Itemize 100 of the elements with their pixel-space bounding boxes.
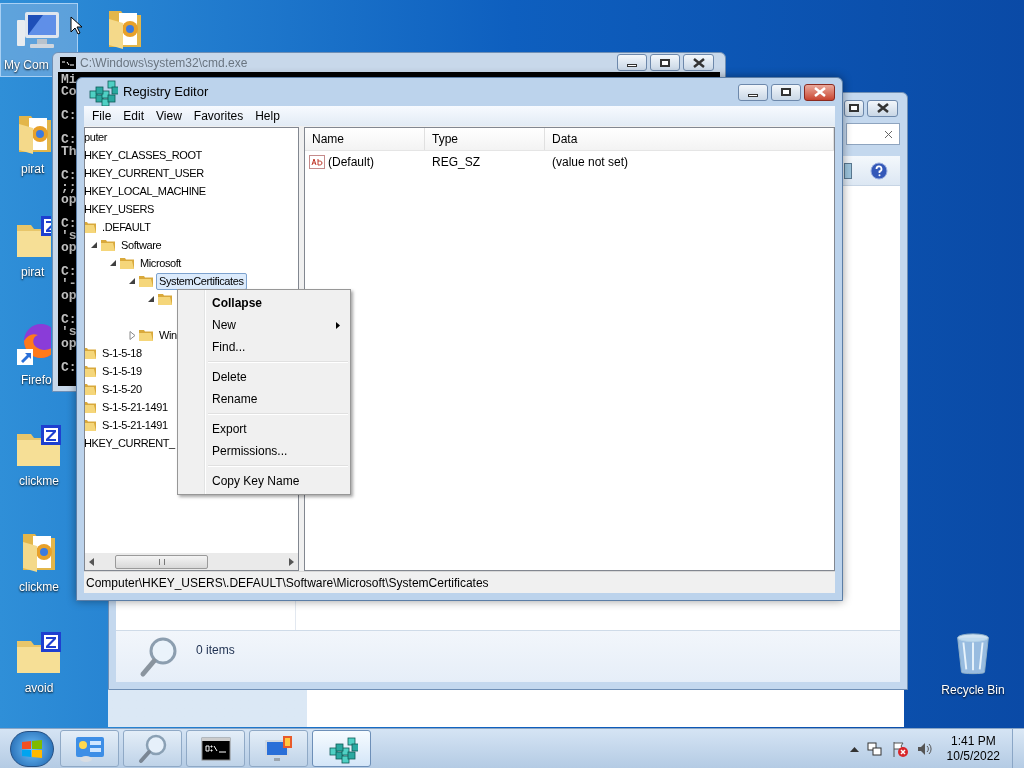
console-line: C: — [61, 170, 77, 182]
desktop-icon[interactable]: avoid — [0, 626, 78, 700]
menu-item[interactable]: File — [86, 107, 118, 125]
tree-item[interactable]: .DEFAULT — [99, 218, 154, 236]
close-button[interactable] — [867, 99, 898, 117]
status-path: Computer\HKEY_USERS\.DEFAULT\Software\Microsoft\SystemCertificates — [86, 574, 489, 592]
close-icon — [692, 57, 705, 68]
close-button[interactable] — [804, 83, 835, 101]
tree-item[interactable]: Win — [156, 326, 180, 344]
maximize-button[interactable] — [771, 83, 801, 101]
collapse-arrow-icon[interactable] — [109, 259, 117, 267]
clock[interactable]: 1:41 PM 10/5/2022 — [946, 733, 1000, 764]
mouse-cursor — [70, 16, 82, 35]
console-line: op — [61, 338, 77, 350]
close-button[interactable] — [683, 54, 714, 71]
desktop-icon-label: clickme — [19, 473, 59, 490]
menu-item[interactable]: Permissions... — [180, 440, 348, 462]
show-hidden-icons-icon[interactable] — [849, 745, 859, 752]
tree-item[interactable]: Software — [118, 236, 165, 254]
value-name: (Default) — [328, 154, 374, 171]
tree-item[interactable]: Microsoft — [137, 254, 185, 272]
console-line: Co — [61, 86, 77, 98]
menu-item[interactable]: Export — [180, 418, 348, 440]
folder-icon — [119, 256, 135, 270]
clock-date: 10/5/2022 — [946, 748, 1000, 764]
menu-item[interactable]: Delete — [180, 366, 348, 388]
scrollbar-thumb[interactable] — [115, 554, 208, 569]
scrollbar[interactable] — [85, 553, 298, 570]
menu-item[interactable]: Help — [249, 107, 286, 125]
menu-item[interactable]: Find... — [180, 336, 348, 358]
minimize-button[interactable] — [617, 54, 647, 71]
menu-item[interactable]: Favorites — [187, 107, 250, 125]
network-icon[interactable] — [866, 740, 883, 757]
column-header[interactable]: Name — [305, 128, 425, 150]
tree-item[interactable]: S-1-5-21-1491 — [99, 398, 171, 416]
folder-icon — [138, 274, 154, 288]
tree-item[interactable]: SystemCertificates — [156, 272, 247, 290]
folder-icon — [100, 238, 116, 252]
console-icon — [60, 56, 76, 69]
expand-arrow-icon[interactable] — [128, 330, 136, 340]
toolbar-button[interactable] — [844, 162, 852, 179]
console-line: ;; — [61, 182, 77, 194]
close-icon — [876, 103, 889, 113]
column-header[interactable]: Type — [425, 128, 545, 150]
console-line: C: — [61, 110, 77, 122]
menu-item[interactable]: Edit — [117, 107, 151, 125]
desktop-icon-label: My Com — [4, 57, 49, 74]
desktop-icon[interactable]: Recycle Bin — [934, 626, 1012, 700]
maximize-button[interactable] — [844, 99, 864, 117]
scroll-right-icon[interactable] — [289, 557, 294, 566]
clear-icon — [884, 129, 893, 139]
tree-item[interactable]: HKEY_CURRENT_ — [85, 434, 178, 452]
console-line: op — [61, 194, 77, 206]
help-icon[interactable] — [870, 161, 888, 180]
collapse-arrow-icon[interactable] — [147, 295, 155, 303]
tree-item[interactable]: S-1-5-18 — [99, 344, 145, 362]
submenu-arrow-icon — [336, 321, 340, 329]
console-line: op — [61, 290, 77, 302]
console-line: Th — [61, 146, 77, 158]
menu-item[interactable]: Collapse — [180, 292, 348, 314]
collapse-arrow-icon[interactable] — [90, 241, 98, 249]
desktop-icon[interactable]: clickme — [0, 419, 78, 493]
tree-item[interactable]: HKEY_LOCAL_MACHINE — [85, 182, 209, 200]
tree-item[interactable]: HKEY_CLASSES_ROOT — [85, 146, 205, 164]
collapse-arrow-icon[interactable] — [128, 277, 136, 285]
minimize-button[interactable] — [738, 83, 768, 101]
scroll-left-icon[interactable] — [89, 557, 94, 566]
desktop-icon-label: clickme — [19, 579, 59, 596]
menu-item[interactable]: Rename — [180, 388, 348, 410]
maximize-button[interactable] — [650, 54, 680, 71]
clock-time: 1:41 PM — [950, 733, 996, 749]
flag-icon[interactable] — [890, 739, 909, 758]
desktop-icon[interactable]: clickme — [0, 523, 78, 597]
folder-icon — [85, 346, 97, 360]
tree-item[interactable]: S-1-5-19 — [99, 362, 145, 380]
zip-folder-icon — [15, 631, 63, 675]
console-line: C: — [61, 134, 77, 146]
control-panel-icon — [73, 734, 106, 763]
search-field[interactable] — [846, 123, 900, 145]
tree-item[interactable]: S-1-5-20 — [99, 380, 145, 398]
tree-item[interactable]: S-1-5-21-1491 — [99, 416, 171, 434]
menu-item[interactable]: View — [150, 107, 188, 125]
console-line: 's — [61, 230, 77, 242]
tree-item[interactable]: puter — [85, 128, 111, 146]
folder-icon — [85, 364, 97, 378]
tree-item[interactable]: HKEY_CURRENT_USER — [85, 164, 207, 182]
console-line: C: — [61, 314, 77, 326]
windows-logo-icon — [21, 738, 43, 759]
menu-item[interactable]: New — [180, 314, 348, 336]
desktop-icon[interactable]: pirat — [0, 105, 52, 179]
taskbar-button[interactable] — [186, 730, 245, 767]
start-button[interactable] — [10, 730, 54, 767]
folder-icon — [138, 328, 154, 342]
search-icon — [138, 635, 178, 679]
menu-item[interactable]: Copy Key Name — [180, 470, 348, 492]
close-icon — [813, 87, 826, 97]
console-icon — [200, 736, 231, 761]
folder-icon — [157, 292, 173, 306]
tree-item[interactable]: HKEY_USERS — [85, 200, 157, 218]
column-header[interactable]: Data — [545, 128, 834, 150]
